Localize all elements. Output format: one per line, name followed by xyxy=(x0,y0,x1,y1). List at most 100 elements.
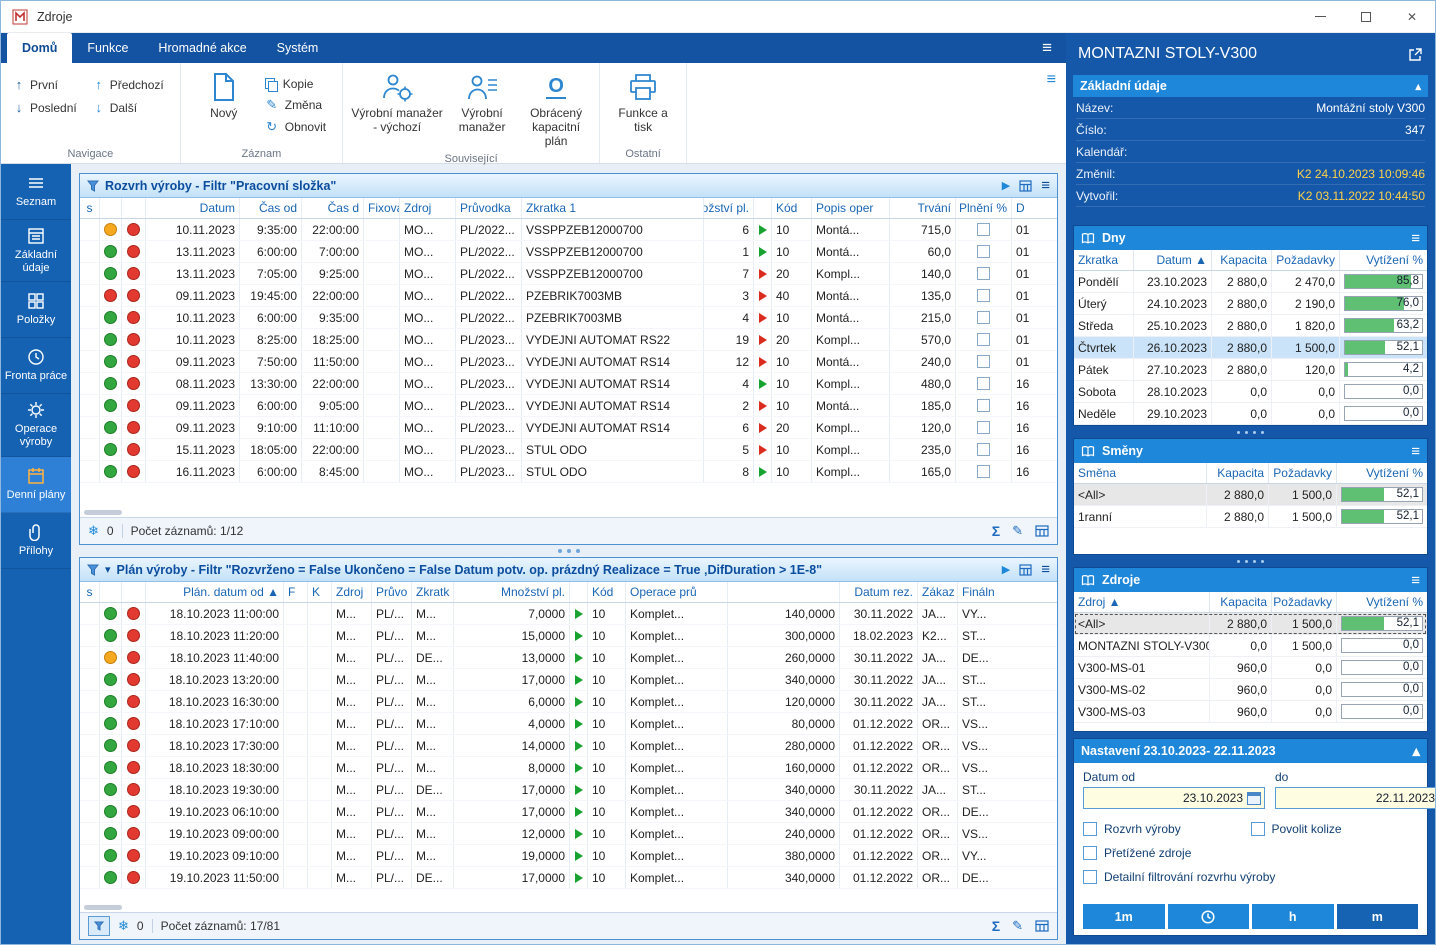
col-mnozstvi2[interactable] xyxy=(728,582,840,602)
section-splitter[interactable] xyxy=(1066,426,1435,438)
plan-table-row[interactable]: 18.10.2023 17:10:00 M... PL/... M... 4,0… xyxy=(80,713,1057,735)
plan-table-row[interactable]: 19.10.2023 11:50:00 M... PL/... DE... 17… xyxy=(80,867,1057,889)
col-d[interactable]: D xyxy=(1012,198,1057,218)
plneni-checkbox[interactable] xyxy=(977,267,990,280)
last-button[interactable]: ↓Poslední xyxy=(9,97,85,118)
section-menu-icon[interactable]: ≡ xyxy=(1411,443,1420,460)
plan-table-row[interactable]: 18.10.2023 11:40:00 M... PL/... DE... 13… xyxy=(80,647,1057,669)
col-datum[interactable]: Datum xyxy=(146,198,240,218)
col-plneni[interactable]: Plnění % xyxy=(956,198,1012,218)
schedule-table-row[interactable]: 08.11.2023 13:30:00 22:00:00 MO... PL/20… xyxy=(80,373,1057,395)
col-trvani[interactable]: Trvání xyxy=(890,198,956,218)
col-status2[interactable] xyxy=(122,198,146,218)
plneni-checkbox[interactable] xyxy=(977,311,990,324)
scrollbar-thumb[interactable] xyxy=(84,905,122,910)
chevron-down-icon[interactable]: ▾ xyxy=(105,563,111,576)
col-zkratka[interactable]: Zkratka xyxy=(1074,250,1134,270)
minute-button[interactable]: m xyxy=(1337,904,1419,929)
sidebar-item-operace-vyroby[interactable]: Operace výroby xyxy=(1,394,71,456)
col-s[interactable]: s xyxy=(80,198,100,218)
checkbox-povolit-kolize[interactable]: Povolit kolize xyxy=(1251,817,1419,841)
sum-icon[interactable]: Σ xyxy=(992,523,1000,539)
plneni-checkbox[interactable] xyxy=(977,443,990,456)
checkbox-pretizene-zdroje[interactable]: Přetížené zdroje xyxy=(1083,841,1418,865)
plan-table-row[interactable]: 19.10.2023 09:00:00 M... PL/... M... 12,… xyxy=(80,823,1057,845)
days-section-header[interactable]: Dny ≡ xyxy=(1074,226,1427,250)
first-button[interactable]: ↑První xyxy=(9,74,85,95)
plan-table-row[interactable]: 18.10.2023 11:20:00 M... PL/... M... 15,… xyxy=(80,625,1057,647)
col-zdroj[interactable]: Zdroj xyxy=(400,198,456,218)
checkbox[interactable] xyxy=(1083,846,1097,860)
plneni-checkbox[interactable] xyxy=(977,355,990,368)
next-button[interactable]: ↓Další xyxy=(89,97,172,118)
basic-section-header[interactable]: Základní údaje ▴ xyxy=(1073,75,1428,97)
col-mnozstvi[interactable]: Množství pl. xyxy=(704,198,754,218)
col-vytizeni[interactable]: Vytížení % xyxy=(1337,463,1427,483)
sum-icon[interactable]: Σ xyxy=(992,918,1000,934)
col-pozadavky[interactable]: Požadavky xyxy=(1272,250,1340,270)
col-arrow[interactable] xyxy=(570,582,588,602)
panel-splitter[interactable] xyxy=(79,545,1058,557)
plneni-checkbox[interactable] xyxy=(977,223,990,236)
schedule-table-row[interactable]: 09.11.2023 19:45:00 22:00:00 MO... PL/20… xyxy=(80,285,1057,307)
schedule-table-row[interactable]: 13.11.2023 6:00:00 7:00:00 MO... PL/2022… xyxy=(80,241,1057,263)
col-operace[interactable]: Operace prů xyxy=(626,582,728,602)
col-plan-datum-od[interactable]: Plán. datum od ▲ xyxy=(146,582,284,602)
resource-row[interactable]: <All> 2 880,0 1 500,0 52,1 xyxy=(1074,613,1427,635)
date-from-field[interactable] xyxy=(1083,787,1265,809)
ribbon-menu-icon[interactable]: ≡ xyxy=(1042,38,1052,58)
checkbox-detailni-filtrovani[interactable]: Detailní filtrování rozvrhu výroby xyxy=(1083,865,1418,889)
production-manager-default-button[interactable]: Výrobní manažer - výchozí xyxy=(349,66,445,137)
tab-hromadne-akce[interactable]: Hromadné akce xyxy=(143,33,261,63)
resource-row[interactable]: MONTAZNI STOLY-V300 0,0 1 500,0 0,0 xyxy=(1074,635,1427,657)
scrollbar-thumb[interactable] xyxy=(84,510,122,515)
functions-print-button[interactable]: Funkce a tisk xyxy=(606,66,680,137)
new-record-button[interactable]: Nový xyxy=(187,66,261,123)
panel-menu-icon[interactable]: ≡ xyxy=(1041,178,1050,193)
col-kod[interactable]: Kód xyxy=(588,582,626,602)
section-splitter[interactable] xyxy=(1066,555,1435,567)
plan-table-row[interactable]: 18.10.2023 18:30:00 M... PL/... M... 8,0… xyxy=(80,757,1057,779)
filter-icon[interactable] xyxy=(87,180,99,192)
col-fixovan[interactable]: Fixován xyxy=(364,198,400,218)
col-mnozstvi[interactable]: Množství pl. xyxy=(454,582,570,602)
shift-row[interactable]: <All> 2 880,0 1 500,0 52,1 xyxy=(1074,484,1427,506)
snowflake-icon[interactable]: ❄ xyxy=(118,918,129,934)
table-edit-icon[interactable] xyxy=(1035,525,1049,537)
sidebar-item-seznam[interactable]: Seznam xyxy=(1,164,71,220)
horizontal-scrollbar[interactable] xyxy=(80,902,1057,912)
close-button[interactable]: ✕ xyxy=(1389,1,1435,32)
col-kapacita[interactable]: Kapacita xyxy=(1210,592,1272,612)
day-row[interactable]: Úterý 24.10.2023 2 880,0 2 190,0 76,0 xyxy=(1074,293,1427,315)
production-manager-button[interactable]: Výrobní manažer xyxy=(445,66,519,137)
edit-button[interactable]: ✎Změna xyxy=(261,94,336,116)
checkbox[interactable] xyxy=(1083,870,1097,884)
plneni-checkbox[interactable] xyxy=(977,289,990,302)
resource-row[interactable]: V300-MS-03 960,0 0,0 0,0 xyxy=(1074,701,1427,723)
col-zdroj[interactable]: Zdroj xyxy=(332,582,372,602)
panel-menu-icon[interactable]: ≡ xyxy=(1041,562,1050,577)
plan-table-row[interactable]: 18.10.2023 19:30:00 M... PL/... DE... 17… xyxy=(80,779,1057,801)
previous-button[interactable]: ↑Předchozí xyxy=(89,74,172,95)
day-row[interactable]: Pondělí 23.10.2023 2 880,0 2 470,0 85,8 xyxy=(1074,271,1427,293)
col-kod[interactable]: Kód xyxy=(772,198,812,218)
col-kapacita[interactable]: Kapacita xyxy=(1207,463,1269,483)
day-row[interactable]: Neděle 29.10.2023 0,0 0,0 0,0 xyxy=(1074,403,1427,425)
horizontal-scrollbar[interactable] xyxy=(80,507,1057,517)
plan-table-row[interactable]: 19.10.2023 09:10:00 M... PL/... M... 19,… xyxy=(80,845,1057,867)
play-icon[interactable]: ▶ xyxy=(1002,179,1010,192)
col-cas-do[interactable]: Čas d xyxy=(302,198,364,218)
col-popis-operace[interactable]: Popis oper xyxy=(812,198,890,218)
plneni-checkbox[interactable] xyxy=(977,421,990,434)
reverse-capacity-plan-button[interactable]: O Obrácený kapacitní plán xyxy=(519,66,593,150)
plan-table-row[interactable]: 18.10.2023 13:20:00 M... PL/... M... 17,… xyxy=(80,669,1057,691)
sidebar-item-fronta-prace[interactable]: Fronta práce xyxy=(1,338,71,394)
col-zkratka[interactable]: Zkratk xyxy=(412,582,454,602)
clock-button[interactable] xyxy=(1168,904,1250,929)
col-zdroj[interactable]: Zdroj ▲ xyxy=(1074,592,1210,612)
col-pruvodka[interactable]: Průvodka xyxy=(456,198,522,218)
section-menu-icon[interactable]: ≡ xyxy=(1411,230,1420,247)
tab-system[interactable]: Systém xyxy=(262,33,334,63)
grid-view-icon[interactable] xyxy=(1019,180,1032,192)
col-pozadavky[interactable]: Požadavky xyxy=(1272,592,1337,612)
